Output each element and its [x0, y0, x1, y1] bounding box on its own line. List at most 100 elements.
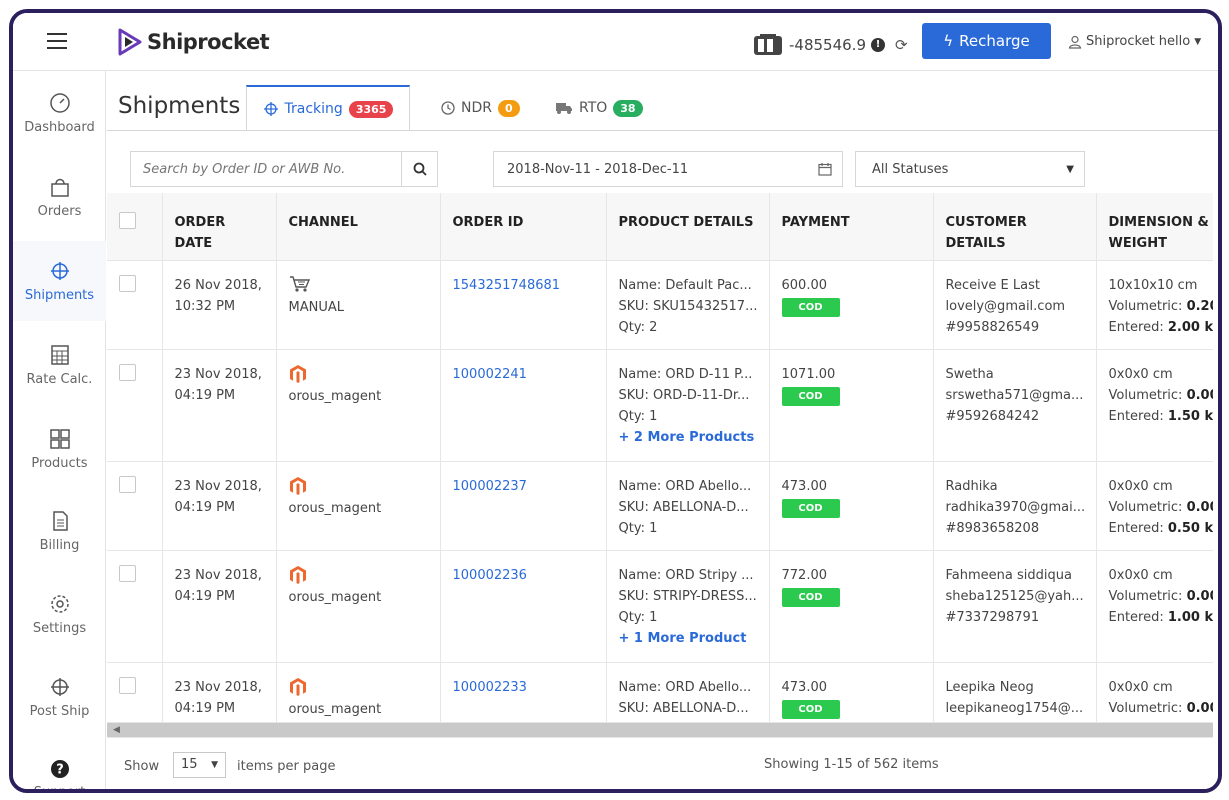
volumetric-label: Volumetric:	[1108, 298, 1183, 314]
sidebar-item-label: Orders	[37, 203, 82, 219]
row-select-cell	[107, 349, 163, 462]
column-header[interactable]: DIMENSION & WEIGHT	[1096, 193, 1213, 261]
recharge-button[interactable]: ϟ Recharge	[922, 23, 1051, 59]
row-checkbox[interactable]	[119, 363, 136, 381]
order-date-cell: 26 Nov 2018, 10:32 PM	[162, 260, 277, 350]
customer-details-cell: Leepika Neog leepikaneog1754@...	[933, 662, 1097, 723]
sidebar-item-post-ship[interactable]: Post Ship	[13, 657, 106, 737]
info-icon[interactable]: !	[871, 38, 885, 52]
tab-label: RTO	[579, 100, 608, 116]
scroll-left-icon[interactable]: ◀	[113, 725, 120, 735]
sidebar-item-dashboard[interactable]: Dashboard	[13, 73, 106, 153]
row-checkbox[interactable]	[119, 274, 136, 292]
app-window: Shiprocket -485546.9 ! ⟳ ϟ Recharge Ship…	[9, 9, 1222, 793]
caret-down-icon: ▼	[1194, 36, 1202, 47]
magento-icon	[289, 565, 306, 584]
order-id-link[interactable]: 100002236	[453, 568, 527, 583]
order-id-link[interactable]: 100002241	[453, 367, 527, 382]
product-sku: SKU: SKU15432517...	[618, 298, 758, 314]
row-select-cell	[107, 662, 163, 723]
user-menu[interactable]: Shiprocket hello ▼	[1068, 34, 1201, 49]
dimension-value: 0x0x0 cm	[1108, 478, 1173, 494]
per-page-value: 15	[181, 757, 198, 772]
per-page-select[interactable]: 15 ▼	[173, 752, 226, 778]
sidebar-item-billing[interactable]: Billing	[13, 491, 106, 571]
sidebar-item-orders[interactable]: Orders	[13, 157, 106, 237]
cart-icon	[289, 275, 310, 292]
horizontal-scrollbar[interactable]: ◀	[107, 723, 1213, 737]
table-row[interactable]: 23 Nov 2018, 04:19 PM orous_magent 10000223…	[107, 662, 1213, 723]
volumetric-weight: 0.00	[1186, 700, 1213, 716]
sidebar-item-label: Shipments	[24, 287, 95, 303]
more-products-link[interactable]: + 2 More Products	[619, 427, 757, 448]
column-header[interactable]: CHANNEL	[276, 193, 441, 261]
order-id-link[interactable]: 100002237	[453, 479, 527, 494]
tab-rto[interactable]: RTO 38	[555, 85, 643, 131]
order-id-link[interactable]: 100002233	[453, 680, 527, 695]
wallet-balance[interactable]: -485546.9 ! ⟳	[753, 33, 908, 57]
refresh-icon[interactable]: ⟳	[895, 36, 908, 54]
table-row[interactable]: 23 Nov 2018, 04:19 PM orous_magent 10000223…	[107, 550, 1213, 663]
dimension-value: 10x10x10 cm	[1108, 277, 1198, 293]
order-id-link[interactable]: 1543251748681	[453, 278, 561, 293]
payment-cell: 473.00 COD	[769, 461, 934, 551]
product-qty: Qty: 2	[618, 319, 658, 335]
product-sku: SKU: ABELLONA-D...	[618, 700, 749, 716]
select-all-checkbox[interactable]	[119, 212, 136, 229]
order-time: 04:19 PM	[174, 588, 236, 604]
sidebar-item-products[interactable]: Products	[13, 409, 106, 489]
customer-details-cell: Swetha srswetha571@gma... #9592684242	[933, 349, 1097, 462]
status-select[interactable]: All Statuses ▼	[855, 151, 1085, 187]
customer-email: lovely@gmail.com	[945, 298, 1066, 314]
date-range-picker[interactable]: 2018-Nov-11 - 2018-Dec-11	[493, 151, 843, 187]
column-header[interactable]: PAYMENT	[769, 193, 934, 261]
cod-badge: COD	[781, 498, 840, 518]
entered-weight: 1.00 kg	[1167, 609, 1213, 625]
product-details-cell: Name: ORD Stripy ... SKU: STRIPY-DRESS...…	[606, 550, 770, 663]
customer-email: srswetha571@gma...	[945, 387, 1084, 403]
sidebar-item-rate-calc[interactable]: Rate Calc.	[13, 325, 106, 405]
sidebar-item-support[interactable]: ? Support	[13, 739, 106, 789]
volumetric-weight: 0.20	[1186, 298, 1213, 314]
tab-tracking[interactable]: Tracking 3365	[246, 85, 410, 131]
row-select-cell	[107, 461, 163, 551]
shipments-table-container[interactable]: ORDER DATE CHANNEL ORDER ID PRODUCT DETA…	[107, 193, 1213, 725]
more-products-link[interactable]: + 1 More Product	[619, 628, 757, 649]
user-icon	[1068, 35, 1082, 49]
column-header[interactable]: PRODUCT DETAILS	[606, 193, 770, 261]
sidebar: Dashboard Orders Shipments Rate Calc. Pr…	[13, 71, 106, 789]
table-row[interactable]: 23 Nov 2018, 04:19 PM orous_magent 10000223…	[107, 461, 1213, 551]
search-icon	[413, 162, 427, 176]
page-title: Shipments	[118, 93, 241, 119]
sidebar-item-settings[interactable]: Settings	[13, 574, 106, 654]
table-row[interactable]: 26 Nov 2018, 10:32 PM MANUAL 1543251748681 N…	[107, 260, 1213, 350]
shiprocket-logo-icon	[118, 28, 142, 56]
channel-cell: MANUAL	[276, 260, 441, 350]
order-date: 23 Nov 2018,	[174, 679, 262, 695]
per-page-label: items per page	[237, 759, 336, 774]
table-row[interactable]: 23 Nov 2018, 04:19 PM orous_magent 10000224…	[107, 349, 1213, 462]
product-details-cell: Name: Default Pac... SKU: SKU15432517... Q…	[606, 260, 770, 350]
table-header-row: ORDER DATE CHANNEL ORDER ID PRODUCT DETA…	[107, 193, 1213, 261]
column-header[interactable]: ORDER ID	[440, 193, 607, 261]
entered-weight: 0.50 kg	[1167, 520, 1213, 536]
column-header[interactable]: ORDER DATE	[162, 193, 277, 261]
row-checkbox[interactable]	[119, 564, 136, 582]
product-details-cell: Name: ORD Abello... SKU: ABELLONA-D... Qty…	[606, 461, 770, 551]
tab-ndr[interactable]: NDR 0	[441, 85, 520, 131]
brand-logo[interactable]: Shiprocket	[117, 27, 270, 57]
entered-label: Entered:	[1108, 319, 1164, 335]
search-input[interactable]	[131, 152, 401, 186]
customer-email: leepikaneog1754@...	[945, 700, 1084, 716]
product-qty: Qty: 1	[618, 520, 658, 536]
row-checkbox[interactable]	[119, 475, 136, 493]
hamburger-menu-icon[interactable]	[47, 33, 67, 49]
customer-name: Receive E Last	[945, 277, 1040, 293]
sidebar-item-shipments[interactable]: Shipments	[13, 241, 106, 321]
dimension-value: 0x0x0 cm	[1108, 679, 1173, 695]
row-checkbox[interactable]	[119, 676, 136, 694]
top-header: Shiprocket -485546.9 ! ⟳ ϟ Recharge Ship…	[13, 13, 1218, 71]
search-button[interactable]	[401, 152, 437, 186]
column-header[interactable]: CUSTOMER DETAILS	[933, 193, 1097, 261]
cod-badge: COD	[781, 699, 840, 719]
